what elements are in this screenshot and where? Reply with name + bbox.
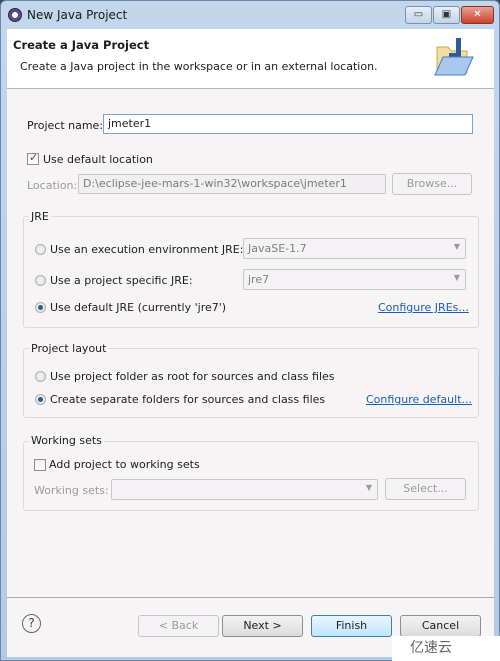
help-button[interactable]: ? — [22, 614, 41, 633]
project-name-input[interactable]: jmeter1 — [103, 114, 473, 134]
window-title: New Java Project — [27, 8, 128, 22]
chevron-down-icon: ▼ — [453, 273, 460, 282]
minimize-icon: ▭ — [413, 9, 424, 20]
next-button[interactable]: Next > — [222, 615, 303, 637]
add-to-working-sets-checkbox[interactable] — [34, 459, 46, 471]
watermark-logo: 亿速云 — [392, 636, 500, 661]
new-java-project-window: New Java Project ▭ ▣ ✕ Create a Java Pro… — [0, 0, 500, 661]
use-default-location-checkbox[interactable]: ✓ — [27, 151, 39, 165]
location-label: Location: — [27, 179, 78, 192]
working-sets-group — [23, 441, 479, 511]
add-to-working-sets-label: Add project to working sets — [49, 458, 200, 471]
working-sets-group-title: Working sets — [29, 434, 104, 447]
checkmark-icon: ✓ — [29, 151, 39, 164]
java-folder-icon — [434, 38, 474, 76]
minimize-button[interactable]: ▭ — [405, 6, 432, 24]
wizard-banner: Create a Java Project Create a Java proj… — [7, 29, 494, 89]
maximize-icon: ▣ — [441, 9, 452, 20]
finish-button[interactable]: Finish — [311, 615, 392, 637]
chevron-down-icon: ▼ — [365, 483, 372, 492]
execution-environment-value: JavaSE-1.7 — [248, 242, 307, 255]
separate-folders-radio[interactable] — [35, 394, 46, 405]
select-working-sets-button[interactable]: Select... — [385, 478, 466, 500]
working-sets-label: Working sets: — [34, 484, 109, 497]
wizard-description: Create a Java project in the workspace o… — [20, 60, 378, 73]
dialog-client: Create a Java Project Create a Java proj… — [7, 29, 494, 657]
project-folder-root-radio[interactable] — [35, 371, 46, 382]
execution-environment-radio[interactable] — [35, 244, 46, 255]
project-name-label: Project name: — [27, 119, 104, 132]
title-bar[interactable]: New Java Project ▭ ▣ ✕ — [1, 1, 499, 29]
wizard-title: Create a Java Project — [13, 38, 150, 52]
cancel-button[interactable]: Cancel — [400, 615, 481, 637]
project-layout-group — [23, 348, 479, 418]
use-default-location-label: Use default location — [43, 153, 153, 166]
chevron-down-icon: ▼ — [453, 242, 460, 251]
project-specific-jre-value: jre7 — [248, 273, 270, 286]
close-button[interactable]: ✕ — [461, 6, 494, 24]
configure-jres-link[interactable]: Configure JREs... — [378, 301, 469, 314]
help-icon: ? — [28, 616, 35, 630]
execution-environment-combo[interactable]: JavaSE-1.7 ▼ — [243, 238, 466, 259]
browse-button[interactable]: Browse... — [392, 173, 472, 195]
separate-folders-label: Create separate folders for sources and … — [50, 393, 326, 406]
jre-group-title: JRE — [29, 210, 51, 223]
default-jre-label: Use default JRE (currently 'jre7') — [50, 301, 227, 314]
project-specific-jre-radio[interactable] — [35, 275, 46, 286]
working-sets-combo[interactable]: ▼ — [111, 479, 378, 500]
project-folder-root-label: Use project folder as root for sources a… — [50, 370, 335, 383]
default-jre-radio[interactable] — [35, 302, 46, 313]
location-input[interactable]: D:\eclipse-jee-mars-1-win32\workspace\jm… — [78, 174, 386, 194]
project-specific-jre-label: Use a project specific JRE: — [50, 274, 193, 287]
close-icon: ✕ — [473, 9, 482, 20]
project-specific-jre-combo[interactable]: jre7 ▼ — [243, 269, 466, 290]
project-layout-group-title: Project layout — [29, 342, 109, 355]
execution-environment-label: Use an execution environment JRE: — [50, 243, 244, 256]
maximize-button[interactable]: ▣ — [433, 6, 460, 24]
eclipse-icon — [8, 8, 22, 22]
back-button[interactable]: < Back — [138, 615, 219, 637]
configure-default-link[interactable]: Configure default... — [366, 393, 472, 406]
footer-separator — [7, 597, 494, 598]
